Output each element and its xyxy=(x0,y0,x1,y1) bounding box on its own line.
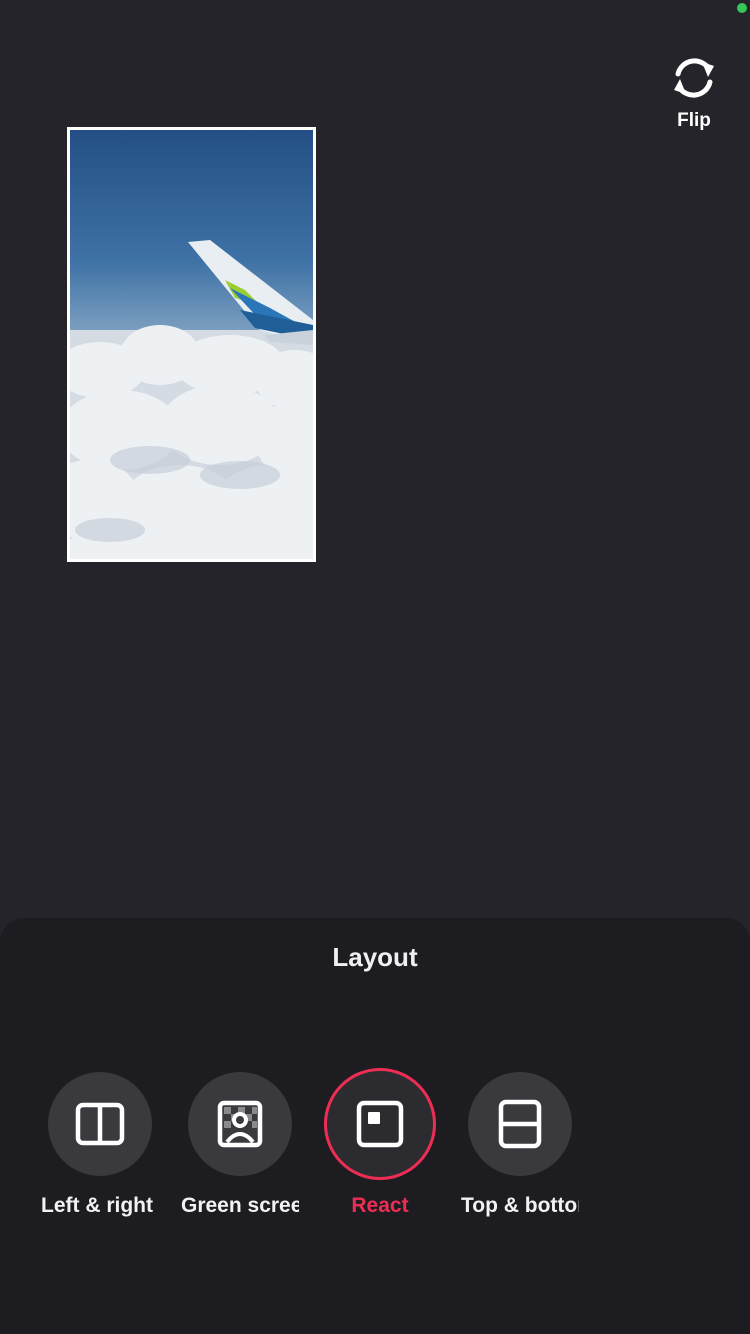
left-right-layout-icon xyxy=(75,1102,125,1146)
green-screen-icon xyxy=(217,1100,263,1148)
video-preview-image xyxy=(70,130,313,559)
option-label: Top & bottom xyxy=(461,1194,579,1217)
option-label: Left & right xyxy=(41,1194,153,1217)
flip-camera-button[interactable]: Flip xyxy=(658,50,730,132)
sheet-title: Layout xyxy=(332,942,418,972)
option-circle xyxy=(468,1072,572,1176)
flip-label: Flip xyxy=(677,110,711,131)
top-bottom-layout-icon xyxy=(498,1099,542,1149)
react-layout-icon xyxy=(356,1100,404,1148)
recording-indicator-dot xyxy=(737,3,747,13)
flip-camera-icon xyxy=(674,58,714,98)
option-label: Green screen xyxy=(181,1194,299,1217)
option-circle-selected xyxy=(324,1068,436,1180)
layout-sheet: Layout Left & right Green screen xyxy=(0,918,750,1334)
option-circle xyxy=(188,1072,292,1176)
video-preview[interactable] xyxy=(67,127,316,562)
layout-option-green-screen[interactable]: Green screen xyxy=(178,1072,302,1218)
option-circle xyxy=(48,1072,152,1176)
layout-option-top-bottom[interactable]: Top & bottom xyxy=(458,1072,582,1218)
option-label: React xyxy=(351,1194,409,1217)
layout-option-left-right[interactable]: Left & right xyxy=(38,1072,162,1218)
layout-option-react[interactable]: React xyxy=(318,1068,442,1218)
